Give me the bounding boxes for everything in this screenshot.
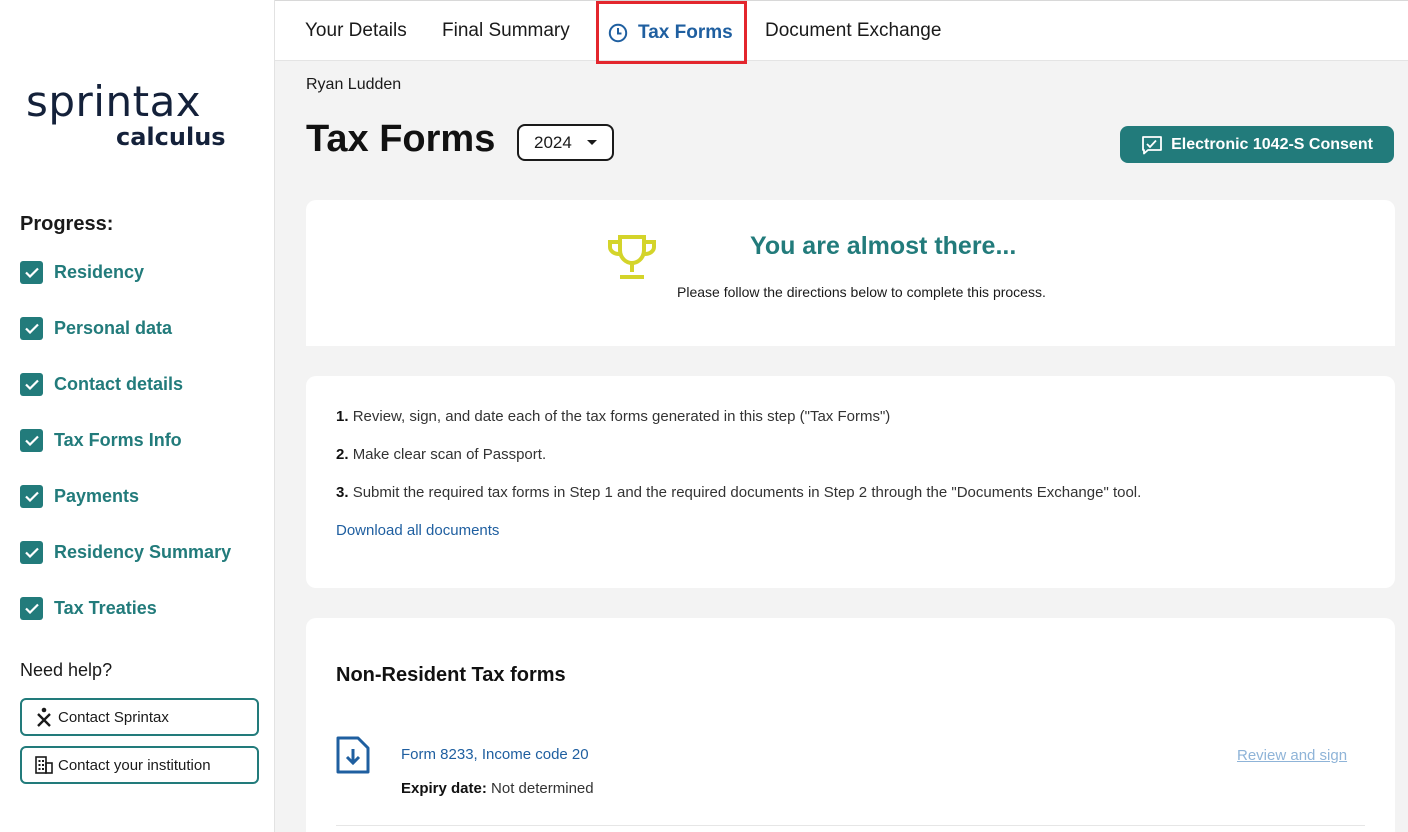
trophy-icon [606,234,658,285]
almost-there-title: You are almost there... [750,232,1017,260]
checkmark-icon [20,372,43,396]
form-expiry: Expiry date: Not determined [401,780,594,797]
logo-word-sprintax: sprintax [26,77,202,126]
progress-item-contact-details[interactable]: Contact details [20,372,231,396]
expiry-value: Not determined [491,780,594,797]
tab-tax-forms[interactable]: Tax Forms [596,1,747,64]
consent-button-label: Electronic 1042-S Consent [1171,135,1373,153]
progress-label: Residency Summary [54,541,232,562]
year-select-value: 2024 [534,132,572,152]
expiry-label: Expiry date: [401,780,487,797]
step-text: Make clear scan of Passport. [352,446,547,463]
tab-your-details[interactable]: Your Details [305,1,407,61]
form-name-link[interactable]: Form 8233, Income code 20 [401,746,589,763]
progress-item-residency[interactable]: Residency [20,260,231,284]
progress-label: Tax Treaties [54,597,157,618]
step-number: 2. [336,446,349,463]
almost-there-card: You are almost there... Please follow th… [306,200,1395,346]
tab-document-exchange[interactable]: Document Exchange [765,1,941,61]
instruction-step: 3. Submit the required tax forms in Step… [336,484,1141,501]
progress-item-tax-forms-info[interactable]: Tax Forms Info [20,428,231,452]
checkmark-icon [20,596,43,620]
contact-institution-label: Contact your institution [58,756,211,774]
building-icon [34,755,54,775]
sprintax-logo[interactable]: sprintax calculus [26,80,226,152]
checkmark-icon [20,316,43,340]
progress-label: Payments [54,485,140,506]
step-number: 3. [336,484,349,501]
instruction-step: 1. Review, sign, and date each of the ta… [336,408,890,425]
non-resident-tax-forms-card: Non-Resident Tax forms Form 8233, Income… [306,618,1395,832]
electronic-1042s-consent-button[interactable]: Electronic 1042-S Consent [1120,126,1394,163]
forms-section-title: Non-Resident Tax forms [336,664,566,686]
progress-list: Residency Personal data Contact details … [20,260,231,652]
progress-item-payments[interactable]: Payments [20,484,231,508]
year-select[interactable]: 2024 [517,124,614,161]
download-document-icon[interactable] [336,736,370,779]
contact-sprintax-button[interactable]: Contact Sprintax [20,698,259,736]
logo-word-calculus: calculus [116,123,226,151]
checkmark-icon [20,428,43,452]
progress-label: Personal data [54,317,173,338]
step-number: 1. [336,408,349,425]
progress-label: Contact details [54,373,184,394]
progress-item-personal-data[interactable]: Personal data [20,316,231,340]
checkmark-icon [20,484,43,508]
caret-down-icon [587,140,597,145]
divider [336,825,1365,826]
checkmark-icon [20,260,43,284]
need-help-title: Need help? [20,660,113,680]
signature-comment-icon [1142,135,1162,154]
progress-item-tax-treaties[interactable]: Tax Treaties [20,596,231,620]
instructions-card: 1. Review, sign, and date each of the ta… [306,376,1395,588]
sprintax-person-icon [34,707,54,727]
step-text: Submit the required tax forms in Step 1 … [352,484,1142,501]
page-title: Tax Forms [306,118,496,160]
tab-final-summary[interactable]: Final Summary [442,1,570,61]
progress-item-residency-summary[interactable]: Residency Summary [20,540,231,564]
progress-label: Residency [54,261,145,282]
progress-title: Progress: [20,213,114,235]
sidebar: sprintax calculus Progress: Residency Pe… [0,0,275,832]
tab-tax-forms-label: Tax Forms [638,21,733,43]
almost-there-subtitle: Please follow the directions below to co… [677,284,1046,300]
contact-sprintax-label: Contact Sprintax [58,708,169,726]
top-navigation: Your Details Final Summary Tax Forms Doc… [275,0,1408,64]
download-all-documents-link[interactable]: Download all documents [336,522,499,539]
instruction-step: 2. Make clear scan of Passport. [336,446,546,463]
review-and-sign-link[interactable]: Review and sign [1237,747,1347,764]
contact-institution-button[interactable]: Contact your institution [20,746,259,784]
user-name: Ryan Ludden [306,76,402,93]
clock-icon [608,23,628,43]
progress-label: Tax Forms Info [54,429,182,450]
step-text: Review, sign, and date each of the tax f… [352,408,891,425]
checkmark-icon [20,540,43,564]
